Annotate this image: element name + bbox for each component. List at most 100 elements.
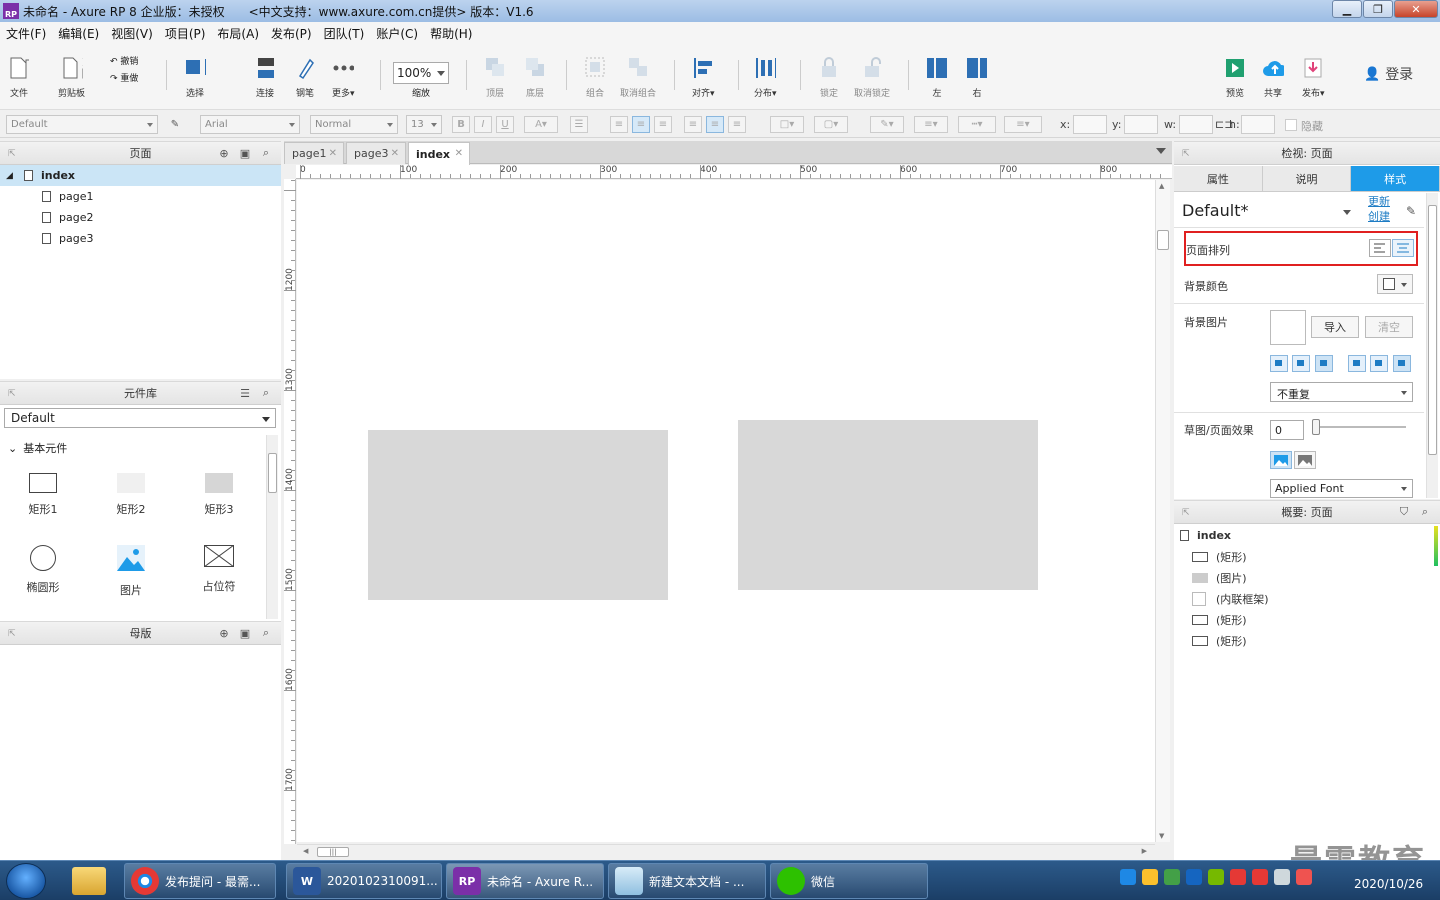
page-tree-page1[interactable]: page1 (0, 186, 281, 207)
canvas-horizontal-scrollbar[interactable]: ◀ ||| ▶ (297, 844, 1155, 859)
bg-pos-middle-left[interactable] (1348, 355, 1366, 372)
w-input[interactable] (1179, 115, 1213, 134)
add-folder-icon[interactable]: ▣ (238, 146, 252, 160)
menu-team[interactable]: 团队(T) (324, 25, 365, 42)
page-tree-page2[interactable]: page2 (0, 207, 281, 228)
close-tab-icon[interactable]: ✕ (329, 148, 337, 159)
bg-pos-top-right[interactable] (1315, 355, 1333, 372)
canvas-rectangle-1[interactable] (368, 430, 668, 600)
applied-font-select[interactable]: Applied Font (1270, 479, 1413, 498)
qq-icon[interactable] (1230, 869, 1246, 885)
undo-button[interactable]: ↶ 撤销 (110, 54, 138, 71)
pin-icon[interactable]: ⇱ (8, 149, 16, 159)
login-button[interactable]: 👤 登录 (1364, 64, 1413, 84)
menu-edit[interactable]: 编辑(E) (58, 25, 99, 42)
outline-item[interactable]: (内联框架) (1192, 588, 1269, 609)
underline-button[interactable]: U (496, 116, 514, 133)
h-input[interactable] (1241, 115, 1275, 134)
sketch-slider[interactable] (1312, 419, 1406, 435)
search-icon[interactable]: ⌕ (259, 146, 273, 160)
widget-rectangle-2[interactable]: 矩形2 (101, 473, 161, 517)
bg-pos-middle-right[interactable] (1393, 355, 1411, 372)
tab-page1[interactable]: page1 ✕ (284, 142, 344, 164)
filter-icon[interactable]: ⛉ (1397, 505, 1411, 519)
align-center-page-button[interactable] (1392, 239, 1414, 257)
widget-placeholder[interactable]: 占位符 (189, 544, 249, 594)
menu-file[interactable]: 文件(F) (6, 25, 46, 42)
valign-middle-button[interactable]: ≡ (706, 116, 724, 133)
unlock-button[interactable]: 取消锁定 (854, 56, 890, 99)
qq-icon[interactable] (1252, 869, 1268, 885)
outline-item[interactable]: (矩形) (1192, 609, 1247, 630)
close-button[interactable]: ✕ (1394, 0, 1438, 18)
tab-page3[interactable]: page3 ✕ (346, 142, 406, 164)
search-icon[interactable]: ⌕ (259, 386, 273, 400)
right-panel-toggle[interactable]: 右 (966, 56, 988, 99)
zoom-select[interactable]: 100% (393, 62, 449, 84)
fill-color-button[interactable]: □▾ (770, 116, 804, 133)
shadow-button[interactable]: ▢▾ (814, 116, 848, 133)
network-icon[interactable] (1274, 869, 1290, 885)
outline-item[interactable]: (矩形) (1192, 630, 1247, 651)
align-left-text-button[interactable]: ≡ (610, 116, 628, 133)
page-tree-page3[interactable]: page3 (0, 228, 281, 249)
sketch-gray-button[interactable] (1294, 451, 1316, 469)
taskbar-item-axure[interactable]: RP 未命名 - Axure R... (446, 863, 604, 899)
menu-publish[interactable]: 发布(P) (271, 25, 312, 42)
bold-button[interactable]: B (452, 116, 470, 133)
add-folder-icon[interactable]: ▣ (238, 626, 252, 640)
tray-app-icon[interactable] (1208, 869, 1224, 885)
bottom-layer-button[interactable]: 底层 (524, 56, 546, 99)
connect-button[interactable]: 连接 (254, 56, 276, 99)
align-button[interactable]: 对齐▾ (692, 56, 715, 99)
close-tab-icon[interactable]: ✕ (391, 148, 399, 159)
outline-root[interactable]: index (1180, 525, 1231, 546)
outline-item[interactable]: (矩形) (1192, 546, 1247, 567)
menu-help[interactable]: 帮助(H) (430, 25, 472, 42)
tab-style[interactable]: 样式 (1351, 166, 1440, 192)
menu-layout[interactable]: 布局(A) (217, 25, 259, 42)
outline-item[interactable]: (图片) (1192, 567, 1247, 588)
bg-pos-middle-center[interactable] (1370, 355, 1388, 372)
menu-project[interactable]: 项目(P) (165, 25, 206, 42)
taskbar-item-word[interactable]: W 2020102310091... (286, 863, 442, 899)
taskbar-item-notepad[interactable]: 新建文本文档 - ... (608, 863, 766, 899)
design-canvas[interactable] (297, 180, 1155, 842)
align-center-text-button[interactable]: ≡ (632, 116, 650, 133)
valign-top-button[interactable]: ≡ (684, 116, 702, 133)
maximize-button[interactable]: ❐ (1363, 0, 1393, 18)
line-style-button[interactable]: ┅▾ (958, 116, 996, 133)
tray-wechat-icon[interactable] (1164, 869, 1180, 885)
align-left-page-button[interactable] (1369, 239, 1391, 257)
x-input[interactable] (1073, 115, 1107, 134)
bg-pos-top-left[interactable] (1270, 355, 1288, 372)
distribute-button[interactable]: 分布▾ (754, 56, 777, 99)
canvas-rectangle-2[interactable] (738, 420, 1038, 590)
update-style-link[interactable]: 更新 (1368, 194, 1390, 209)
line-color-button[interactable]: ✎▾ (870, 116, 904, 133)
tab-dropdown-icon[interactable] (1156, 148, 1166, 154)
sketch-input[interactable]: 0 (1270, 420, 1304, 440)
ungroup-button[interactable]: 取消组合 (620, 56, 656, 99)
tab-index[interactable]: index ✕ (408, 142, 470, 165)
preview-button[interactable]: 预览 (1224, 56, 1246, 99)
hide-checkbox[interactable] (1285, 119, 1297, 131)
widget-rectangle-3[interactable]: 矩形3 (189, 473, 249, 517)
lock-button[interactable]: 锁定 (818, 56, 840, 99)
publish-button[interactable]: 发布▾ (1302, 56, 1325, 99)
import-button[interactable]: 导入 (1311, 316, 1359, 338)
share-button[interactable]: 共享 (1262, 56, 1284, 99)
redo-button[interactable]: ↷ 重做 (110, 71, 138, 88)
pin-icon[interactable]: ⇱ (8, 629, 16, 639)
select-button[interactable]: 选择 (184, 56, 206, 99)
add-master-icon[interactable]: ⊕ (217, 626, 231, 640)
search-icon[interactable]: ⌕ (1418, 505, 1432, 519)
collapse-arrow-icon[interactable]: ◢ (6, 171, 18, 181)
edit-style-icon[interactable]: ✎ (1406, 204, 1416, 218)
pin-icon[interactable]: ⇱ (8, 389, 16, 399)
library-select[interactable]: Default (4, 408, 276, 428)
bg-color-picker[interactable] (1377, 274, 1413, 294)
bg-pos-top-center[interactable] (1292, 355, 1310, 372)
library-scrollbar[interactable] (266, 435, 278, 619)
widget-image[interactable]: 图片 (101, 545, 161, 598)
